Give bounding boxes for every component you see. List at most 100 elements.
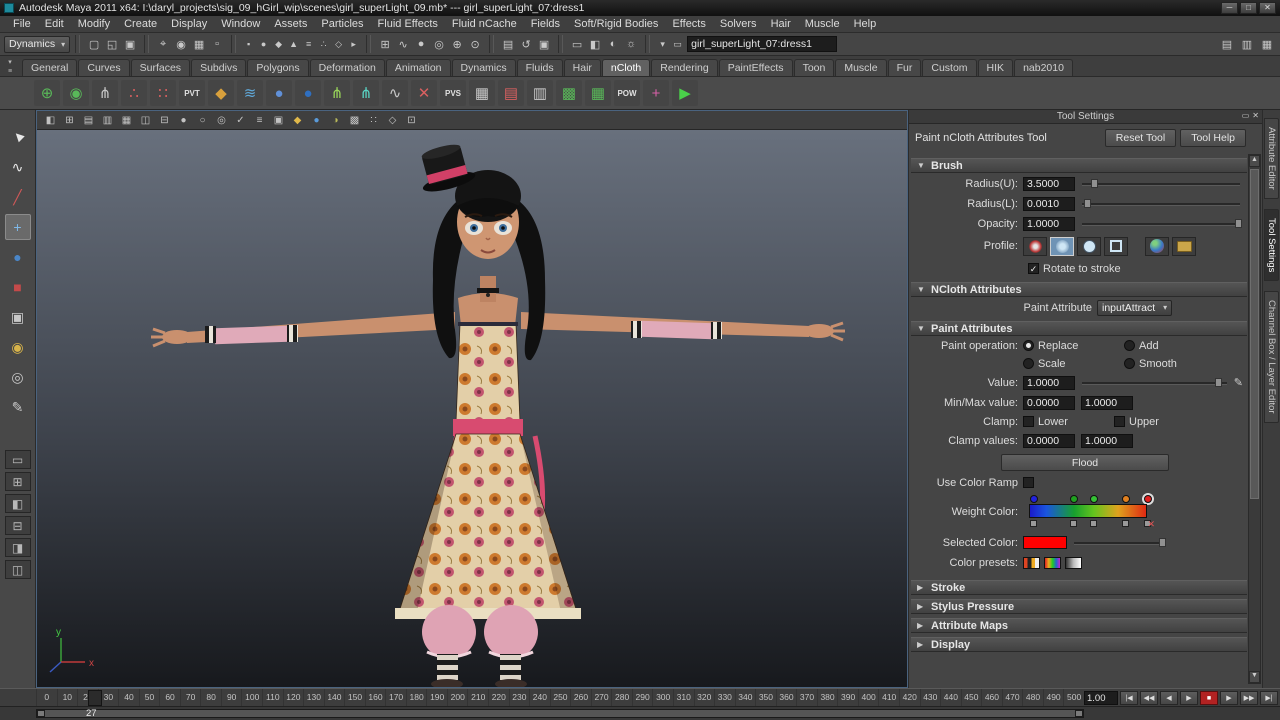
perspective-viewport[interactable]: ◧ ⊞ ▤ ▥ ▦ ◫ ⊟ ● ○ ◎ ✓ ≡ ▣ ◆ ● ◑ ▩ ∷ ◇ ⊡ bbox=[36, 110, 908, 688]
timeline-tick[interactable]: 410 bbox=[878, 689, 899, 707]
last-tool-used-icon[interactable]: ✎ bbox=[5, 394, 31, 420]
panel-toolbar-icon[interactable]: ∷ bbox=[366, 113, 381, 128]
timeline-tick[interactable]: 440 bbox=[940, 689, 961, 707]
panel-menu-icon[interactable]: ▭ bbox=[1242, 111, 1250, 120]
timeline-tick[interactable]: 420 bbox=[898, 689, 920, 707]
menu-item[interactable]: Hair bbox=[764, 17, 798, 31]
collapsed-section-header[interactable]: ▶ Stylus Pressure bbox=[911, 599, 1247, 614]
tab-channel-box[interactable]: Channel Box / Layer Editor bbox=[1264, 291, 1279, 423]
panel-close-icon[interactable]: ✕ bbox=[1252, 111, 1259, 120]
menu-item[interactable]: Solvers bbox=[713, 17, 764, 31]
timeline-tick[interactable]: 40 bbox=[118, 689, 139, 707]
radius-l-field[interactable] bbox=[1023, 196, 1075, 211]
new-scene-icon[interactable]: ▢ bbox=[85, 35, 103, 53]
shelf-tool-icon[interactable]: ⋔ bbox=[353, 80, 379, 106]
rotate-tool-icon[interactable]: ● bbox=[5, 244, 31, 270]
radius-l-slider[interactable] bbox=[1082, 197, 1240, 210]
selected-color-slider[interactable] bbox=[1074, 536, 1166, 549]
timeline-tick[interactable]: 260 bbox=[570, 689, 591, 707]
divider[interactable] bbox=[645, 35, 651, 53]
brush-profile-solid-button[interactable] bbox=[1077, 236, 1101, 256]
panel-toolbar-icon[interactable]: ✓ bbox=[233, 113, 248, 128]
value-field[interactable] bbox=[1023, 375, 1075, 390]
timeline-tick[interactable]: 160 bbox=[364, 689, 386, 707]
select-by-object-icon[interactable]: ◉ bbox=[172, 35, 190, 53]
collapsed-section-header[interactable]: ▶ Stroke bbox=[911, 580, 1247, 595]
shelf-tool-icon[interactable]: ▤ bbox=[498, 80, 524, 106]
scroll-up-icon[interactable]: ▲ bbox=[1249, 155, 1260, 167]
minimize-button[interactable]: ─ bbox=[1221, 2, 1238, 14]
ncloth-attributes-section-header[interactable]: ▼ NCloth Attributes bbox=[911, 282, 1247, 297]
play-forwards-button[interactable]: ▶ bbox=[1220, 691, 1238, 705]
shelf-tool-icon[interactable]: PVT bbox=[179, 80, 205, 106]
opacity-slider[interactable] bbox=[1082, 217, 1243, 230]
soft-modification-tool-icon[interactable]: ◉ bbox=[5, 334, 31, 360]
timeline-tick[interactable]: 180 bbox=[405, 689, 427, 707]
timeline-tick[interactable]: 120 bbox=[282, 689, 304, 707]
timeline-tick[interactable]: 350 bbox=[755, 689, 776, 707]
panel-toolbar-icon[interactable]: ▣ bbox=[271, 113, 286, 128]
menu-item[interactable]: Effects bbox=[665, 17, 712, 31]
timeline-tick[interactable]: 300 bbox=[652, 689, 673, 707]
play-blast-icon[interactable]: ▶ bbox=[672, 80, 698, 106]
render-settings-icon[interactable]: ☼ bbox=[622, 35, 640, 53]
color-preset-2[interactable] bbox=[1044, 556, 1061, 569]
paint-op-scale-radio[interactable] bbox=[1023, 358, 1034, 369]
shelf-tool-icon[interactable]: ⋔ bbox=[92, 80, 118, 106]
maximize-button[interactable]: □ bbox=[1240, 2, 1257, 14]
panel-toolbar-icon[interactable]: ● bbox=[176, 113, 191, 128]
menu-item[interactable]: Fluid nCache bbox=[445, 17, 524, 31]
brush-profile-gaussian-button[interactable] bbox=[1023, 236, 1047, 256]
paint-attribute-dropdown[interactable]: inputAttract ▾ bbox=[1097, 299, 1173, 316]
timeline-tick[interactable]: 60 bbox=[159, 689, 180, 707]
panel-toolbar-icon[interactable]: ▦ bbox=[119, 113, 134, 128]
timeline-tick[interactable]: 450 bbox=[960, 689, 982, 707]
stop-button[interactable]: ■ bbox=[1200, 691, 1218, 705]
panel-toolbar-icon[interactable]: ○ bbox=[195, 113, 210, 128]
select-tool-icon[interactable]: ► bbox=[0, 119, 36, 156]
collapsed-section-header[interactable]: ▶ Attribute Maps bbox=[911, 618, 1247, 633]
panel-toolbar-icon[interactable]: ● bbox=[309, 113, 324, 128]
snap-to-curve-icon[interactable]: ∿ bbox=[394, 35, 412, 53]
playback-speed-field[interactable] bbox=[1084, 691, 1118, 705]
step-back-frame-button[interactable]: ◀ bbox=[1160, 691, 1178, 705]
menu-item[interactable]: Create bbox=[117, 17, 164, 31]
range-start-handle[interactable] bbox=[37, 710, 45, 717]
shelf-tool-icon[interactable]: ∷ bbox=[150, 80, 176, 106]
shelf-tab[interactable]: Fur bbox=[887, 59, 922, 76]
open-scene-icon[interactable]: ◱ bbox=[103, 35, 121, 53]
clamp-min-field[interactable] bbox=[1023, 433, 1075, 448]
timeline-tick[interactable]: 500 bbox=[1063, 689, 1084, 707]
color-preset-3[interactable] bbox=[1065, 556, 1082, 569]
panel-toolbar-icon[interactable]: ⊞ bbox=[62, 113, 77, 128]
shelf-tab[interactable]: Toon bbox=[793, 59, 835, 76]
shelf-menu-icon[interactable]: ▾ bbox=[2, 58, 18, 67]
current-time-marker[interactable] bbox=[88, 690, 102, 706]
selection-mask-icon[interactable]: ▲ bbox=[286, 35, 301, 53]
menu-item[interactable]: Edit bbox=[38, 17, 71, 31]
range-slider[interactable]: 27 bbox=[0, 706, 1280, 720]
ramp-stop-handle[interactable] bbox=[1121, 495, 1130, 503]
timeline-tick[interactable]: 490 bbox=[1042, 689, 1064, 707]
shelf-list-icon[interactable]: ≡ bbox=[2, 67, 18, 76]
scale-tool-icon[interactable]: ■ bbox=[5, 274, 31, 300]
save-scene-icon[interactable]: ▣ bbox=[121, 35, 139, 53]
menu-item[interactable]: Window bbox=[214, 17, 267, 31]
make-object-live-icon[interactable]: ⊙ bbox=[466, 35, 484, 53]
timeline-tick[interactable]: 0 bbox=[36, 689, 57, 707]
timeline-tick[interactable]: 150 bbox=[344, 689, 365, 707]
timeline-tick[interactable]: 220 bbox=[488, 689, 509, 707]
four-pane-layout-button[interactable]: ⊞ bbox=[4, 472, 31, 491]
panel-toolbar-icon[interactable]: ⊟ bbox=[157, 113, 172, 128]
selection-mask-icon[interactable]: ∴ bbox=[316, 35, 331, 53]
selection-mask-icon[interactable]: ≡ bbox=[301, 35, 316, 53]
shelf-tool-icon[interactable]: ▥ bbox=[527, 80, 553, 106]
panel-toolbar-icon[interactable]: ≡ bbox=[252, 113, 267, 128]
selection-mask-icon[interactable]: ● bbox=[256, 35, 271, 53]
rotate-to-stroke-checkbox[interactable]: ✓ bbox=[1028, 263, 1039, 274]
timeline-tick[interactable]: 140 bbox=[323, 689, 345, 707]
snap-to-grid-icon[interactable]: ⊞ bbox=[376, 35, 394, 53]
select-by-hierarchy-icon[interactable]: ⌖ bbox=[154, 35, 172, 53]
shelf-tab[interactable]: Deformation bbox=[309, 59, 385, 76]
numeric-input-icon[interactable]: ▭ bbox=[670, 35, 685, 53]
